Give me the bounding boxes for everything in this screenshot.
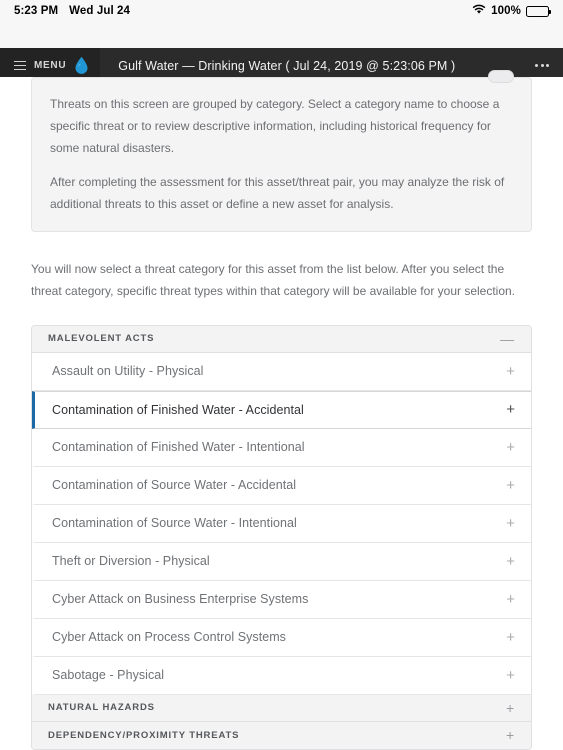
category-header-label: NATURAL HAZARDS (48, 702, 155, 714)
threat-label: Sabotage - Physical (52, 668, 165, 683)
threat-row[interactable]: Contamination of Source Water - Accident… (32, 466, 531, 505)
wifi-icon (472, 4, 486, 18)
threat-label: Contamination of Source Water - Intentio… (52, 516, 297, 531)
minus-icon: — (500, 330, 515, 347)
plus-icon: + (506, 438, 515, 456)
threat-label: Cyber Attack on Business Enterprise Syst… (52, 592, 309, 607)
plus-icon: + (506, 476, 515, 494)
ios-status-bar: 5:23 PM Wed Jul 24 100% (0, 0, 563, 22)
threat-label: Cyber Attack on Process Control Systems (52, 630, 286, 645)
threat-label: Theft or Diversion - Physical (52, 554, 210, 569)
threat-row[interactable]: Assault on Utility - Physical + (32, 352, 531, 391)
threat-row[interactable]: Theft or Diversion - Physical + (32, 542, 531, 581)
threat-row[interactable]: Cyber Attack on Process Control Systems … (32, 618, 531, 657)
status-bar-date: Wed Jul 24 (69, 5, 131, 17)
threat-label: Contamination of Finished Water - Intent… (52, 440, 305, 455)
category-header-malevolent-acts[interactable]: MALEVOLENT ACTS — (32, 325, 531, 353)
threat-label: Contamination of Finished Water - Accide… (52, 402, 304, 417)
threat-label: Assault on Utility - Physical (52, 364, 204, 379)
threat-row[interactable]: Contamination of Finished Water - Intent… (32, 428, 531, 467)
status-bar-right: 100% (472, 4, 551, 18)
lead-instruction-text: You will now select a threat category fo… (31, 262, 516, 299)
plus-icon: + (506, 628, 515, 646)
threat-row[interactable]: Sabotage - Physical + (32, 656, 531, 695)
status-bar-spacer (0, 22, 563, 48)
plus-icon: + (506, 552, 515, 570)
hamburger-icon (14, 60, 26, 71)
category-header-natural-hazards[interactable]: NATURAL HAZARDS + (32, 694, 531, 722)
threat-label: Contamination of Source Water - Accident… (52, 478, 297, 493)
info-card-handle[interactable] (488, 70, 514, 83)
plus-icon: + (506, 666, 515, 684)
more-options-icon[interactable] (535, 64, 563, 67)
menu-button-label: MENU (34, 60, 67, 71)
info-paragraph-2: After completing the assessment for this… (50, 175, 505, 212)
page-content: Threats on this screen are grouped by ca… (0, 70, 563, 750)
info-card: Threats on this screen are grouped by ca… (31, 70, 532, 233)
threat-row[interactable]: Cyber Attack on Business Enterprise Syst… (32, 580, 531, 619)
category-header-label: MALEVOLENT ACTS (48, 333, 155, 345)
battery-full-icon (526, 5, 551, 17)
status-bar-time: 5:23 PM (14, 5, 59, 17)
threat-category-accordion: MALEVOLENT ACTS — Assault on Utility - P… (31, 324, 532, 750)
page-title: Gulf Water — Drinking Water ( Jul 24, 20… (118, 58, 456, 73)
status-bar-left: 5:23 PM Wed Jul 24 (14, 5, 130, 17)
threat-row[interactable]: Contamination of Source Water - Intentio… (32, 504, 531, 543)
threat-row-selected[interactable]: Contamination of Finished Water - Accide… (32, 390, 531, 429)
category-header-label: DEPENDENCY/PROXIMITY THREATS (48, 729, 240, 741)
plus-icon: + (505, 699, 515, 716)
plus-icon: + (506, 514, 515, 532)
water-droplet-logo (74, 56, 89, 75)
plus-icon: + (506, 362, 515, 380)
plus-icon: + (506, 401, 515, 419)
battery-percent-label: 100% (491, 5, 521, 17)
category-header-dependency-proximity-threats[interactable]: DEPENDENCY/PROXIMITY THREATS + (32, 721, 531, 749)
info-paragraph-1: Threats on this screen are grouped by ca… (50, 97, 500, 155)
plus-icon: + (506, 590, 515, 608)
plus-icon: + (505, 727, 515, 744)
